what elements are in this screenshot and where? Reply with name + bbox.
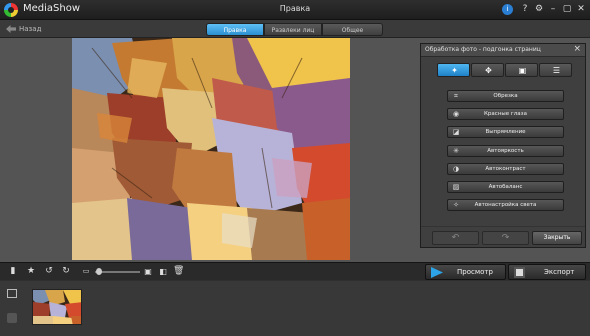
frame-icon[interactable]: ▣ [505, 63, 538, 77]
rotate-right-icon[interactable]: ↻ [61, 266, 71, 277]
work-area: Обработка фото - подгонка страниц × ✦ ✥ … [0, 38, 590, 262]
fit-icon[interactable]: ▣ [143, 266, 153, 277]
settings-icon[interactable]: ⚙ [533, 3, 545, 16]
panel-header: Обработка фото - подгонка страниц × [421, 44, 585, 57]
redo-icon: ↷ [501, 233, 510, 243]
eye-icon: ◉ [452, 110, 460, 119]
maximize-icon[interactable]: ▢ [561, 3, 573, 16]
straighten-icon: ◪ [452, 128, 460, 137]
crop-icon: ⌗ [454, 92, 458, 100]
move-icon[interactable]: ✥ [471, 63, 504, 77]
straighten-button[interactable]: ◪ Выпрямление [447, 126, 564, 139]
preview-button[interactable]: Просмотр [425, 264, 506, 280]
app-window: MediaShow Правка i ? ⚙ – ▢ ✕ Назад Правк… [0, 0, 590, 336]
close-icon[interactable]: ✕ [575, 3, 587, 16]
light-icon: ✧ [453, 201, 459, 210]
balance-icon: ▨ [452, 182, 460, 191]
export-button[interactable]: Экспорт [508, 264, 586, 280]
tab-faces[interactable]: Развлеки лиц [264, 23, 322, 36]
updates-icon[interactable]: i [502, 4, 513, 15]
auto-brightness-button[interactable]: ✳ Автояркость [447, 144, 564, 157]
magic-wand-icon[interactable]: ✦ [437, 63, 470, 77]
star-icon[interactable]: ★ [26, 266, 36, 277]
tab-general[interactable]: Общее [322, 23, 383, 36]
save-icon [514, 267, 525, 278]
auto-balance-label: Автобаланс [488, 183, 523, 190]
auto-contrast-label: Автоконтраст [485, 165, 526, 172]
minimize-icon[interactable]: – [547, 3, 559, 16]
undo-button[interactable]: ↶ [432, 231, 479, 245]
panel-title: Обработка фото - подгонка страниц [425, 46, 541, 53]
filmstrip [0, 281, 590, 336]
image-icon[interactable] [7, 289, 17, 298]
tab-edit[interactable]: Правка [206, 23, 264, 36]
back-label: Назад [19, 25, 42, 33]
zoom-slider-thumb[interactable] [96, 268, 102, 275]
auto-brightness-label: Автояркость [487, 147, 524, 154]
photo-fix-panel: Обработка фото - подгонка страниц × ✦ ✥ … [420, 43, 586, 248]
close-button[interactable]: Закрыть [532, 231, 582, 245]
straighten-label: Выпрямление [485, 129, 526, 136]
redo-button[interactable]: ↷ [482, 231, 529, 245]
nav-bar: Назад Правка Развлеки лиц Общее [0, 20, 590, 38]
red-eye-button[interactable]: ◉ Красные глаза [447, 108, 564, 121]
panel-tabs: ✦ ✥ ▣ ☰ [437, 63, 572, 77]
mode-tabs: Правка Развлеки лиц Общее [206, 23, 383, 36]
preview-label: Просмотр [457, 268, 493, 276]
crop-button[interactable]: ⌗ Обрезка [447, 90, 564, 102]
panel-footer: ↶ ↷ Закрыть [421, 226, 585, 247]
red-eye-label: Красные глаза [484, 111, 527, 118]
rotate-left-icon[interactable]: ↺ [44, 266, 54, 277]
title-bar: MediaShow Правка i ? ⚙ – ▢ ✕ [0, 0, 590, 20]
photo-thumbnail[interactable] [32, 289, 82, 325]
tool-list: ⌗ Обрезка ◉ Красные глаза ◪ Выпрямление ✳ Ав… [447, 90, 564, 217]
auto-light-button[interactable]: ✧ Автонастройка света [447, 199, 564, 212]
compare-icon[interactable]: ◧ [158, 266, 168, 277]
undo-icon: ↶ [451, 233, 460, 243]
lock-icon[interactable]: ▮ [8, 266, 18, 277]
auto-balance-button[interactable]: ▨ Автобаланс [447, 180, 564, 193]
back-button[interactable]: Назад [6, 23, 41, 35]
contrast-icon: ◑ [452, 164, 460, 173]
bottom-toolbar: ▮ ★ ↺ ↻ ▭ ▣ ◧ 🗑 Просмотр Экспорт [0, 262, 590, 280]
screen-icon[interactable]: ▭ [81, 266, 91, 277]
delete-icon[interactable]: 🗑 [173, 266, 184, 277]
filmstrip-toggle-icon[interactable] [7, 313, 17, 323]
auto-contrast-button[interactable]: ◑ Автоконтраст [447, 162, 564, 175]
photo-preview [72, 38, 350, 260]
brightness-icon: ✳ [453, 146, 459, 155]
export-label: Экспорт [544, 268, 575, 276]
crop-label: Обрезка [493, 93, 518, 99]
help-icon[interactable]: ? [519, 3, 531, 16]
auto-light-label: Автонастройка света [474, 202, 537, 209]
back-arrow-icon [6, 25, 16, 33]
list-icon[interactable]: ☰ [539, 63, 572, 77]
play-icon [431, 267, 443, 278]
close-icon[interactable]: × [573, 44, 581, 54]
